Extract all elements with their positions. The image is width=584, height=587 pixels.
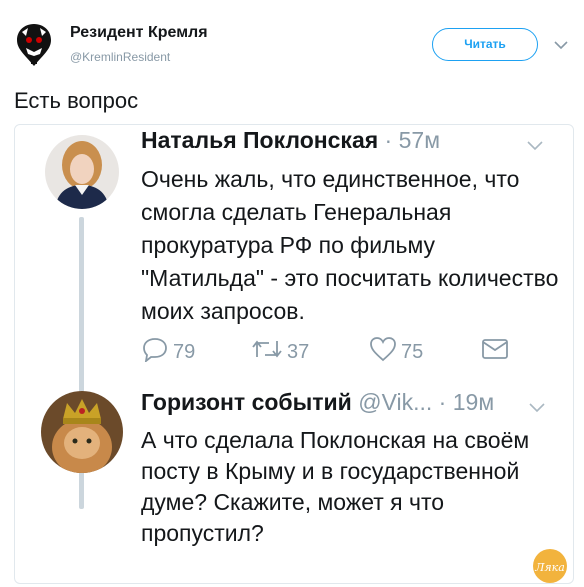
retweet-count: 37 xyxy=(287,340,310,363)
avatar[interactable] xyxy=(41,391,123,473)
reply-icon xyxy=(141,336,169,368)
reply-count: 79 xyxy=(173,340,196,363)
like-count: 75 xyxy=(401,340,424,363)
watermark-logo: Ляка xyxy=(530,548,570,584)
author-name[interactable]: Наталья Поклонская xyxy=(141,127,378,153)
caret-down-icon[interactable] xyxy=(525,139,545,153)
tweet-meta: Наталья Поклонская · 57м xyxy=(141,127,440,154)
reply-button[interactable]: 79 xyxy=(141,337,195,367)
timestamp[interactable]: 57м xyxy=(399,127,440,153)
tweet-header: Резидент Кремля @KremlinResident Читать xyxy=(0,0,584,84)
author-handle[interactable]: @Vik... xyxy=(358,389,432,415)
caret-down-icon[interactable] xyxy=(527,401,547,415)
separator: · xyxy=(438,389,447,415)
retweet-button[interactable]: 37 xyxy=(251,337,309,367)
quoted-thread[interactable]: Наталья Поклонская · 57м Очень жаль, что… xyxy=(14,124,574,584)
follow-button[interactable]: Читать xyxy=(432,28,538,61)
like-icon xyxy=(369,336,397,368)
tweet-meta: Горизонт событий @Vik... · 19м xyxy=(141,389,494,416)
timestamp[interactable]: 19м xyxy=(453,389,494,415)
tweet-body: Очень жаль, что единственное, что смогла… xyxy=(141,166,559,324)
account-name[interactable]: Резидент Кремля xyxy=(70,24,208,42)
account-handle[interactable]: @KremlinResident xyxy=(70,50,170,64)
avatar[interactable] xyxy=(45,135,119,209)
like-button[interactable]: 75 xyxy=(369,337,423,367)
caret-down-icon[interactable] xyxy=(552,36,570,54)
svg-text:Ляка: Ляка xyxy=(534,561,565,574)
dm-button[interactable] xyxy=(481,337,509,367)
author-name[interactable]: Горизонт событий xyxy=(141,389,352,415)
tweet-actions: 79 37 75 xyxy=(141,337,521,367)
account-avatar[interactable] xyxy=(14,22,54,68)
tweet-text: Есть вопрос xyxy=(14,88,139,113)
tweet-body: А что сделала Поклонская на своём посту … xyxy=(141,427,530,546)
retweet-icon xyxy=(251,337,283,367)
separator: · xyxy=(384,127,393,153)
dm-icon xyxy=(481,338,509,366)
